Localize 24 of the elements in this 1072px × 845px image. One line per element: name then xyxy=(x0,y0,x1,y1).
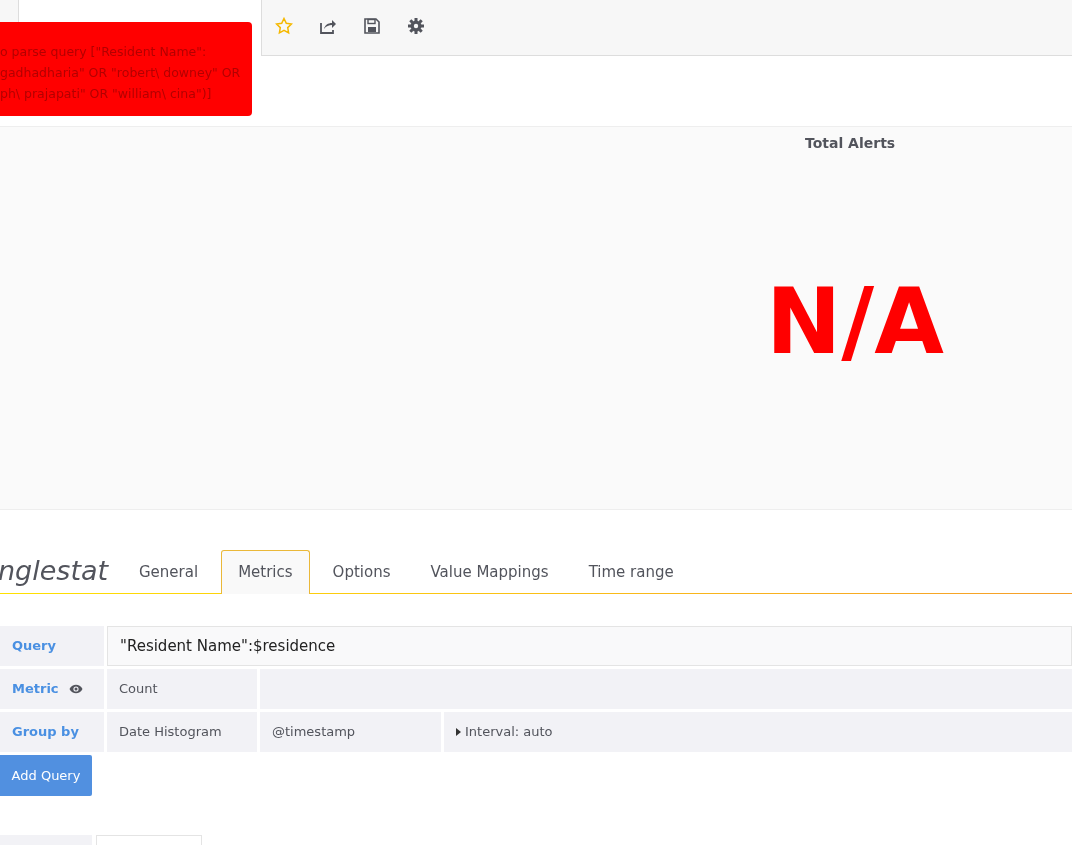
query-label: Query xyxy=(0,626,104,666)
metric-text: Metric xyxy=(12,680,59,699)
share-icon[interactable] xyxy=(319,17,337,35)
group-type[interactable]: Date Histogram xyxy=(107,712,257,752)
editor-tab[interactable]: Time range xyxy=(571,549,691,594)
stat-value: N/A xyxy=(766,277,944,367)
group-field[interactable]: @timestamp xyxy=(260,712,441,752)
interval-link[interactable]: Interval: auto xyxy=(465,722,553,742)
eye-icon[interactable] xyxy=(68,684,83,694)
editor-tab[interactable]: General xyxy=(122,549,216,594)
settings-icon[interactable] xyxy=(407,17,425,35)
editor-tab[interactable]: Metrics xyxy=(221,549,310,594)
error-text: gadhadharia" OR "robert\ downey" OR xyxy=(0,64,241,82)
editor-tab[interactable]: Options xyxy=(315,549,408,594)
error-text: ph\ prajapati" OR "william\ cina")] xyxy=(0,85,212,103)
query-input[interactable]: "Resident Name":$residence xyxy=(107,626,1072,666)
editor-tab[interactable]: Value Mappings xyxy=(413,549,566,594)
metric-type[interactable]: Count xyxy=(107,669,257,709)
group-by-label: Group by xyxy=(0,712,104,752)
panel-title: Total Alerts xyxy=(805,134,896,153)
save-icon[interactable] xyxy=(363,17,381,35)
caret-icon[interactable] xyxy=(456,728,461,736)
error-text: o parse query ["Resident Name": xyxy=(0,43,207,61)
star-icon[interactable] xyxy=(275,17,293,35)
